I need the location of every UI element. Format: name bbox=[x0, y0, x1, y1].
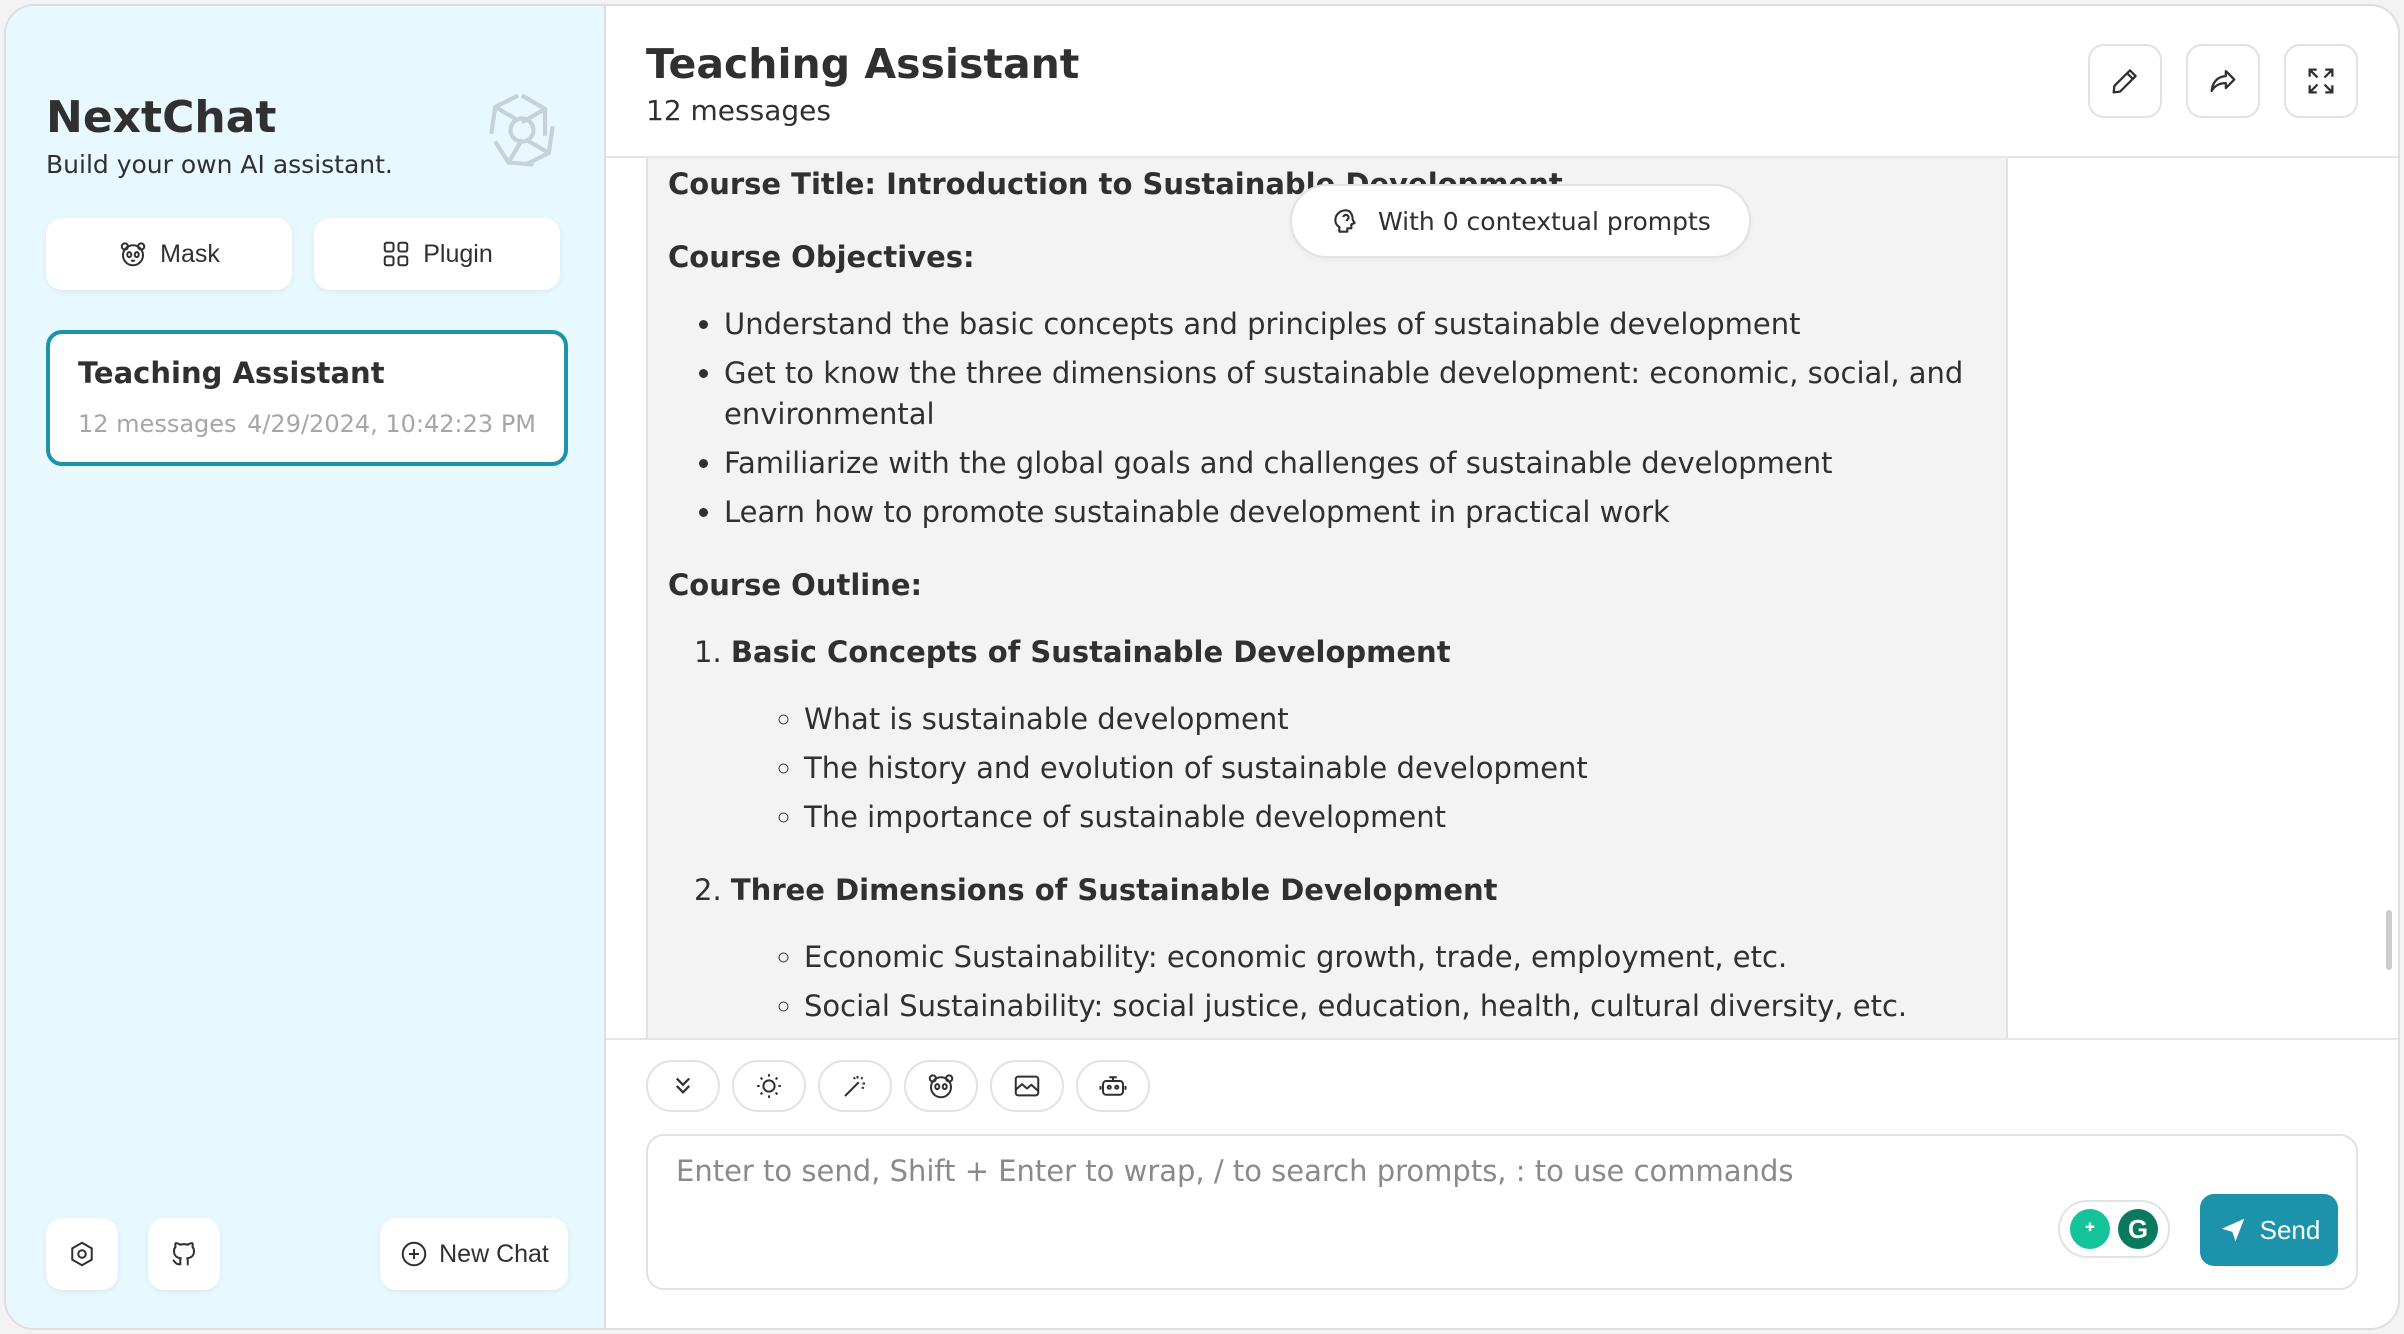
sidebar-footer: New Chat bbox=[46, 1218, 568, 1290]
send-button[interactable]: Send bbox=[2200, 1194, 2338, 1266]
chat-list-item[interactable]: Teaching Assistant 12 messages 4/29/2024… bbox=[46, 330, 568, 466]
grammarly-g-icon: G bbox=[2118, 1209, 2158, 1249]
brain-icon bbox=[1334, 209, 1356, 233]
outline-sublist: Economic Sustainability: economic growth… bbox=[694, 937, 1986, 1027]
brand-subtitle: Build your own AI assistant. bbox=[46, 150, 393, 179]
settings-button[interactable] bbox=[46, 1218, 118, 1290]
outline-list: 1. Basic Concepts of Sustainable Develop… bbox=[668, 632, 1986, 1027]
grammarly-widget[interactable]: G bbox=[2058, 1200, 2170, 1258]
brand: NextChat Build your own AI assistant. bbox=[46, 90, 393, 179]
list-item: Understand the basic concepts and princi… bbox=[724, 304, 1986, 345]
message-input-box: G Send bbox=[646, 1134, 2358, 1290]
mask-tool-button[interactable] bbox=[904, 1060, 978, 1112]
list-item: Economic Sustainability: economic growth… bbox=[804, 937, 1986, 978]
bot-icon bbox=[1099, 1076, 1127, 1096]
sidebar-actions: Mask Plugin bbox=[46, 218, 560, 290]
context-prompts-badge[interactable]: With 0 contextual prompts bbox=[1290, 184, 1751, 258]
chat-title[interactable]: Teaching Assistant bbox=[646, 40, 1079, 88]
fullscreen-icon bbox=[2308, 68, 2334, 94]
outline-title: Basic Concepts of Sustainable Developmen… bbox=[730, 635, 1451, 669]
outline-sublist: What is sustainable development The hist… bbox=[694, 699, 1986, 838]
chat-header: Teaching Assistant 12 messages bbox=[606, 6, 2398, 158]
context-prompts-label: With 0 contextual prompts bbox=[1378, 206, 1711, 236]
app-window: NextChat Build your own AI assistant. Ma… bbox=[4, 4, 2400, 1330]
add-circle-icon bbox=[401, 1241, 427, 1267]
list-item: Familiarize with the global goals and ch… bbox=[724, 443, 1986, 484]
mask-icon bbox=[120, 242, 146, 267]
brand-title: NextChat bbox=[46, 92, 277, 143]
share-button[interactable] bbox=[2186, 44, 2260, 118]
chat-item-time: 4/29/2024, 10:42:23 PM bbox=[247, 410, 536, 438]
chat-item-title: Teaching Assistant bbox=[78, 356, 385, 390]
sidebar: NextChat Build your own AI assistant. Ma… bbox=[6, 6, 606, 1328]
outline-heading: Course Outline: bbox=[668, 568, 923, 602]
plugin-button[interactable]: Plugin bbox=[314, 218, 560, 290]
theme-button[interactable] bbox=[732, 1060, 806, 1112]
image-button[interactable] bbox=[990, 1060, 1064, 1112]
prompt-button[interactable] bbox=[818, 1060, 892, 1112]
scroll-down-button[interactable] bbox=[646, 1060, 720, 1112]
chat-main: Teaching Assistant 12 messages Course Ti… bbox=[606, 6, 2398, 1328]
theme-icon bbox=[757, 1074, 781, 1098]
grammarly-bulb-icon bbox=[2070, 1209, 2110, 1249]
list-item: The importance of sustainable developmen… bbox=[804, 797, 1986, 838]
outline-title: Three Dimensions of Sustainable Developm… bbox=[730, 873, 1498, 907]
objectives-list: Understand the basic concepts and princi… bbox=[668, 304, 1986, 533]
github-button[interactable] bbox=[148, 1218, 220, 1290]
fullscreen-button[interactable] bbox=[2284, 44, 2358, 118]
new-chat-label: New Chat bbox=[439, 1239, 549, 1268]
edit-icon bbox=[2112, 69, 2137, 94]
plugin-icon bbox=[384, 241, 409, 267]
chat-item-meta: 12 messages 4/29/2024, 10:42:23 PM bbox=[78, 410, 536, 438]
settings-icon bbox=[71, 1241, 93, 1267]
outline-number: 2. bbox=[694, 873, 722, 907]
plugin-button-label: Plugin bbox=[423, 239, 493, 268]
mask-icon bbox=[928, 1074, 954, 1099]
chat-toolbar bbox=[646, 1060, 1150, 1112]
new-chat-button[interactable]: New Chat bbox=[380, 1218, 568, 1290]
assistant-message: Course Title: Introduction to Sustainabl… bbox=[646, 158, 2008, 1042]
list-item: The history and evolution of sustainable… bbox=[804, 748, 1986, 789]
outline-item: 1. Basic Concepts of Sustainable Develop… bbox=[694, 632, 1986, 838]
chat-body[interactable]: Course Title: Introduction to Sustainabl… bbox=[606, 158, 2398, 1042]
list-item: What is sustainable development bbox=[804, 699, 1986, 740]
outline-number: 1. bbox=[694, 635, 722, 669]
list-item: Learn how to promote sustainable develop… bbox=[724, 492, 1986, 533]
mask-button-label: Mask bbox=[160, 239, 220, 268]
scrollbar-thumb[interactable] bbox=[2386, 910, 2392, 970]
mask-button[interactable]: Mask bbox=[46, 218, 292, 290]
input-panel: G Send bbox=[606, 1038, 2398, 1328]
bot-button[interactable] bbox=[1076, 1060, 1150, 1112]
chat-message-count: 12 messages bbox=[646, 94, 831, 127]
image-icon bbox=[1014, 1075, 1040, 1097]
list-item: Social Sustainability: social justice, e… bbox=[804, 986, 1986, 1027]
header-actions bbox=[2088, 44, 2358, 118]
list-item: Get to know the three dimensions of sust… bbox=[724, 353, 1986, 435]
outline-item: 2. Three Dimensions of Sustainable Devel… bbox=[694, 870, 1986, 1027]
scroll-down-icon bbox=[675, 1077, 691, 1094]
send-icon bbox=[2221, 1218, 2244, 1242]
prompt-icon bbox=[844, 1076, 865, 1097]
send-button-label: Send bbox=[2259, 1214, 2321, 1245]
github-icon bbox=[172, 1242, 195, 1266]
openai-logo-icon bbox=[489, 93, 555, 167]
edit-button[interactable] bbox=[2088, 44, 2162, 118]
chat-item-count: 12 messages bbox=[78, 410, 237, 438]
share-icon bbox=[2210, 69, 2236, 93]
